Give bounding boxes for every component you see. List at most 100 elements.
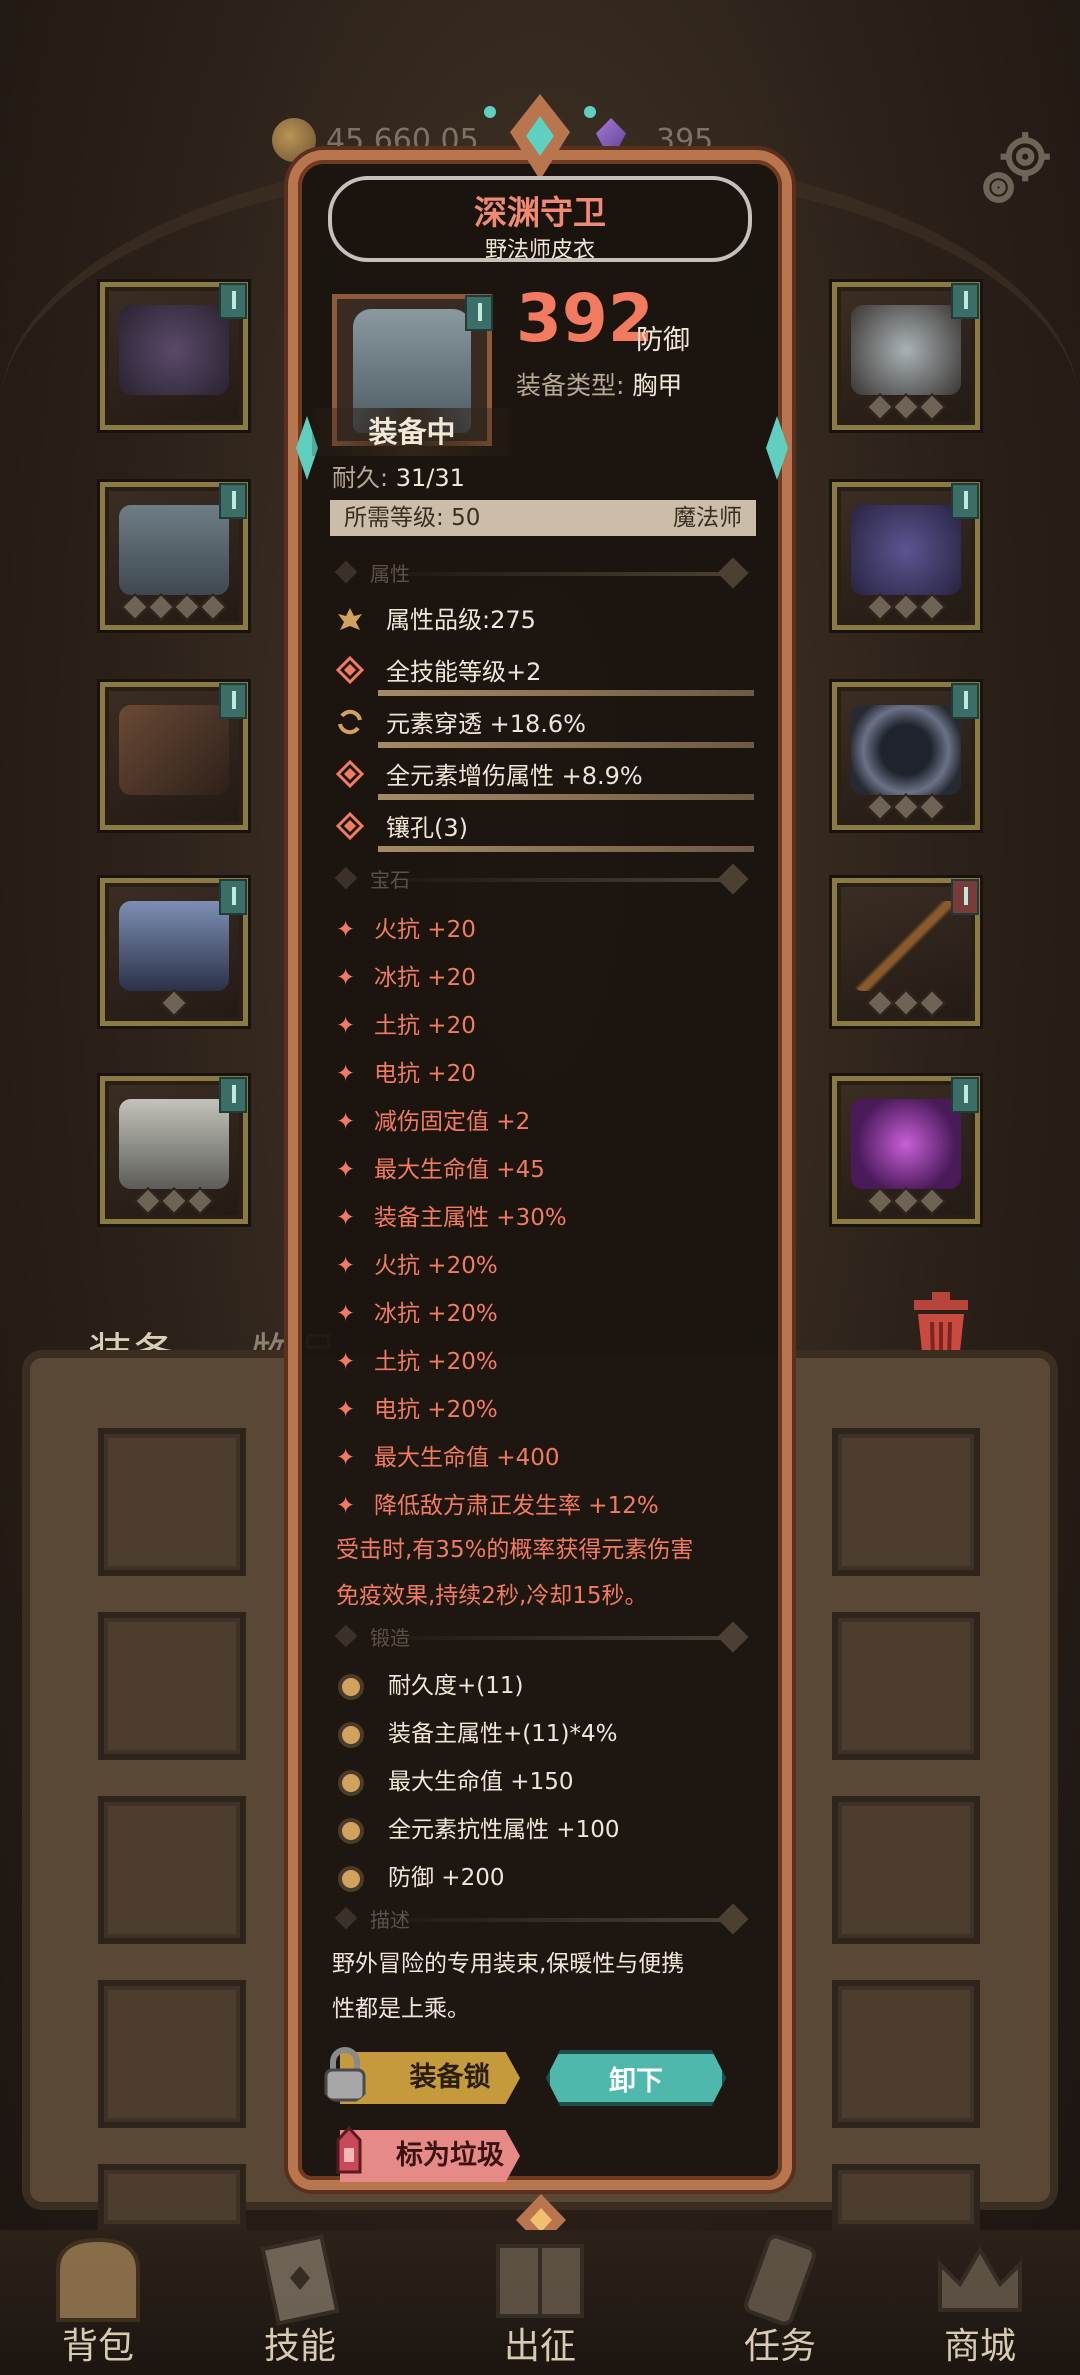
inventory-slot[interactable] bbox=[832, 2164, 980, 2230]
nav-backpack[interactable]: 背包 bbox=[8, 2230, 188, 2375]
nav-quests[interactable]: 任务 bbox=[690, 2230, 870, 2375]
element-damage-icon bbox=[336, 760, 364, 788]
equip-slot-weapon[interactable] bbox=[832, 878, 980, 1026]
durability: 耐久: 31/31 bbox=[332, 458, 465, 493]
forge-dot-icon bbox=[338, 1721, 364, 1748]
attribute-row: 全技能等级+2 bbox=[330, 648, 760, 700]
gem-stat-row: ✦ 冰抗 +20 bbox=[336, 958, 476, 992]
unequip-button[interactable]: 卸下 bbox=[546, 2050, 726, 2106]
lock-tag-icon bbox=[219, 683, 247, 719]
gem-stat-row: ✦ 最大生命值 +400 bbox=[336, 1438, 559, 1472]
inventory-slot[interactable] bbox=[98, 1980, 246, 2128]
socket-dots bbox=[837, 988, 975, 1018]
attribute-grade-value: 275 bbox=[490, 606, 536, 634]
junk-lantern-icon bbox=[336, 2125, 362, 2174]
gem-stat-text: 最大生命值 +400 bbox=[374, 1445, 560, 1471]
nav-expedition[interactable]: 出征 bbox=[450, 2230, 630, 2375]
socket-dots bbox=[105, 988, 243, 1018]
nav-shop[interactable]: 商城 bbox=[890, 2230, 1070, 2375]
lock-tag-icon bbox=[951, 1077, 979, 1113]
inventory-slot[interactable] bbox=[98, 1428, 246, 1576]
forge-stat-row: 防御 +200 bbox=[338, 1858, 504, 1892]
lock-tag-icon bbox=[219, 283, 247, 319]
sparkle-icon: ✦ bbox=[336, 1013, 356, 1039]
equip-type-value: 胸甲 bbox=[632, 371, 683, 400]
inventory-slot[interactable] bbox=[98, 1796, 246, 1944]
boots-art bbox=[119, 1099, 229, 1189]
equip-slot-amulet[interactable] bbox=[832, 282, 980, 430]
lock-tag-icon bbox=[951, 283, 979, 319]
inventory-slot[interactable] bbox=[832, 1428, 980, 1576]
attribute-row: 属性品级:275 bbox=[330, 596, 760, 648]
forge-stat-row: 耐久度+(11) bbox=[338, 1666, 523, 1700]
gem-stat-text: 减伤固定值 +2 bbox=[374, 1109, 531, 1135]
map-scroll-icon bbox=[496, 2244, 584, 2318]
gem-stat-text: 冰抗 +20 bbox=[374, 965, 476, 991]
forge-dot-icon bbox=[338, 1865, 364, 1892]
nav-skills[interactable]: 技能 bbox=[210, 2230, 390, 2375]
backpack-icon bbox=[56, 2237, 140, 2322]
sparkle-icon: ✦ bbox=[336, 1157, 356, 1183]
equip-slot-gloves[interactable] bbox=[100, 682, 248, 830]
inventory-slot[interactable] bbox=[832, 1796, 980, 1944]
forge-stat-row: 装备主属性+(11)*4% bbox=[338, 1714, 617, 1748]
gem-stat-row: ✦ 减伤固定值 +2 bbox=[336, 1102, 530, 1136]
gem-stat-row: ✦ 装备主属性 +30% bbox=[336, 1198, 567, 1232]
attribute-text: 属性品级:275 bbox=[386, 600, 536, 635]
forge-stat-row: 最大生命值 +150 bbox=[338, 1762, 573, 1796]
equip-slot-boots[interactable] bbox=[100, 1076, 248, 1224]
attribute-row: 镶孔(3) bbox=[330, 804, 760, 856]
nav-label: 技能 bbox=[263, 2326, 336, 2367]
forge-dot-icon bbox=[338, 1769, 364, 1796]
gem-stat-row: ✦ 降低敌方肃正发生率 +12% bbox=[336, 1486, 659, 1520]
gem-stat-text: 火抗 +20 bbox=[374, 917, 476, 943]
inventory-slot[interactable] bbox=[98, 1612, 246, 1760]
shop-crown-icon bbox=[938, 2246, 1022, 2312]
nav-label: 背包 bbox=[61, 2326, 134, 2367]
gem-stat-row: ✦ 火抗 +20 bbox=[336, 910, 476, 944]
gem-stat-row: ✦ 土抗 +20% bbox=[336, 1342, 498, 1376]
sparkle-icon: ✦ bbox=[336, 965, 356, 991]
equip-slot-pants[interactable] bbox=[100, 878, 248, 1026]
section-header-forge: 锻造 bbox=[330, 1621, 760, 1653]
inventory-slot[interactable] bbox=[832, 1612, 980, 1760]
forge-dot-icon bbox=[338, 1817, 364, 1844]
section-title: 宝石 bbox=[370, 868, 410, 892]
item-description: 野外冒险的专用装束,保暖性与便携 性都是上乘。 bbox=[332, 1942, 752, 2032]
attribute-row: 元素穿透 +18.6% bbox=[330, 700, 760, 752]
sparkle-icon: ✦ bbox=[336, 1253, 356, 1279]
requirement-bar: 所需等级: 50 魔法师 bbox=[330, 500, 756, 536]
pants-art bbox=[119, 901, 229, 991]
equip-slot-ring[interactable] bbox=[832, 682, 980, 830]
equip-slot-helmet[interactable] bbox=[100, 282, 248, 430]
equip-slot-orb[interactable] bbox=[832, 1076, 980, 1224]
socket-dots bbox=[105, 592, 243, 622]
forge-stat-text: 装备主属性+(11)*4% bbox=[388, 1721, 618, 1747]
section-header-attributes: 属性 bbox=[330, 557, 760, 589]
attribute-text: 元素穿透 +18.6% bbox=[386, 710, 586, 738]
equip-type-label: 装备类型: bbox=[516, 371, 625, 400]
gem-stat-row: ✦ 冰抗 +20% bbox=[336, 1294, 498, 1328]
lock-tag-icon bbox=[219, 879, 247, 915]
socket-dots bbox=[837, 392, 975, 422]
element-penetration-icon bbox=[338, 709, 362, 735]
bracer-art bbox=[851, 505, 961, 595]
crest-ornament-icon bbox=[484, 94, 596, 180]
equip-slot-chest[interactable] bbox=[100, 482, 248, 630]
inventory-slot[interactable] bbox=[98, 2164, 246, 2230]
lock-tag-icon bbox=[465, 295, 493, 331]
section-title: 描述 bbox=[370, 1908, 410, 1932]
settings-gear-icon[interactable] bbox=[976, 128, 1058, 210]
forge-stat-text: 防御 +200 bbox=[388, 1865, 505, 1891]
gem-stat-text: 装备主属性 +30% bbox=[374, 1205, 567, 1231]
description-line: 性都是上乘。 bbox=[332, 1996, 470, 2022]
lock-tag-icon bbox=[951, 683, 979, 719]
sparkle-icon: ✦ bbox=[336, 1493, 356, 1519]
section-header-gems: 宝石 bbox=[330, 863, 760, 895]
gem-stat-text: 冰抗 +20% bbox=[374, 1301, 498, 1327]
sparkle-icon: ✦ bbox=[336, 1445, 356, 1471]
inventory-slot[interactable] bbox=[832, 1980, 980, 2128]
gem-stat-row: ✦ 最大生命值 +45 bbox=[336, 1150, 545, 1184]
gem-stat-row: ✦ 土抗 +20 bbox=[336, 1006, 476, 1040]
equip-slot-bracer[interactable] bbox=[832, 482, 980, 630]
